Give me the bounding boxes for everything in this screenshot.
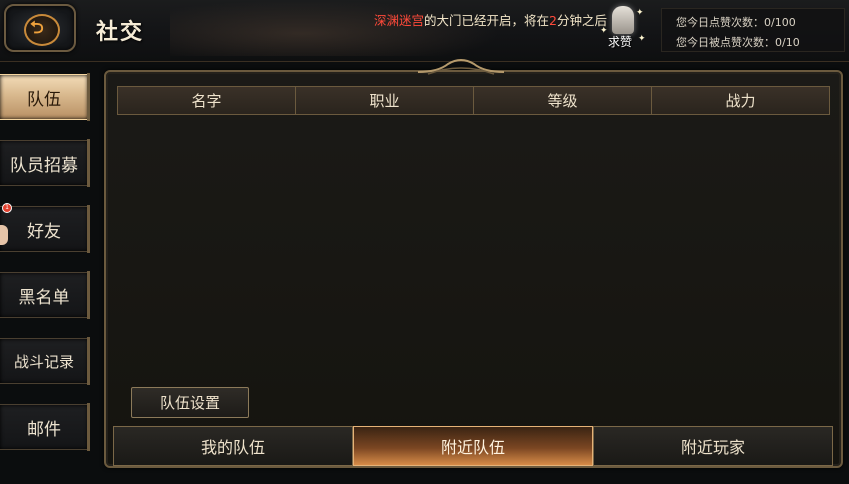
column-header-power[interactable]: 战力 bbox=[652, 87, 829, 114]
page-title: 社交 bbox=[96, 19, 145, 45]
column-header-name[interactable]: 名字 bbox=[118, 87, 296, 114]
sidebar-item-battle-log[interactable]: 战斗记录 bbox=[0, 337, 90, 385]
sparkle-icon: ✦ bbox=[636, 8, 644, 18]
hand-icon bbox=[0, 225, 8, 245]
column-header-level[interactable]: 等级 bbox=[474, 87, 652, 114]
back-arrow-icon: ⮌ bbox=[30, 18, 44, 38]
tab-my-team[interactable]: 我的队伍 bbox=[113, 426, 353, 466]
back-button[interactable]: ⮌ bbox=[4, 4, 76, 52]
sidebar-item-label: 邮件 bbox=[27, 419, 61, 440]
sidebar-item-blacklist[interactable]: 黑名单 bbox=[0, 271, 90, 319]
sidebar-item-team[interactable]: 队伍 bbox=[0, 73, 90, 121]
table-header: 名字 职业 等级 战力 bbox=[117, 86, 830, 115]
notice-event-name: 深渊迷宫 bbox=[374, 13, 425, 28]
received-likes-count: 您今日被点赞次数：0/10 bbox=[676, 36, 800, 49]
sidebar-item-mail[interactable]: 邮件 bbox=[0, 403, 90, 451]
like-stats-box: 您今日点赞次数：0/100 您今日被点赞次数：0/10 bbox=[661, 8, 845, 52]
tab-nearby-players[interactable]: 附近玩家 bbox=[593, 426, 833, 466]
column-header-class[interactable]: 职业 bbox=[296, 87, 474, 114]
sidebar-item-label: 好友 bbox=[27, 221, 61, 242]
sidebar-item-label: 战斗记录 bbox=[13, 352, 74, 371]
sparkle-icon: ✦ bbox=[638, 34, 646, 44]
tab-nearby-teams[interactable]: 附近队伍 bbox=[353, 426, 593, 466]
event-notice: 深渊迷宫的大门已经开启，将在2分钟之后 bbox=[374, 10, 614, 29]
sidebar-item-label: 队伍 bbox=[27, 89, 61, 110]
notification-badge: 1 bbox=[2, 203, 12, 213]
team-settings-button[interactable]: 队伍设置 bbox=[131, 387, 249, 418]
team-list[interactable] bbox=[117, 116, 830, 423]
sparkle-icon: ✦ bbox=[600, 26, 608, 36]
give-likes-count: 您今日点赞次数：0/100 bbox=[676, 16, 796, 29]
sidebar-item-recruit[interactable]: 队员招募 bbox=[0, 139, 90, 187]
sidebar-item-label: 队员招募 bbox=[10, 155, 78, 176]
statue-icon bbox=[612, 6, 634, 34]
bottom-tab-bar: 我的队伍 附近队伍 附近玩家 bbox=[113, 426, 833, 466]
notice-text: 的大门已经开启，将在 bbox=[424, 13, 550, 28]
notice-minutes: 2 bbox=[549, 13, 557, 28]
ornament-icon bbox=[418, 59, 504, 75]
request-praise-button[interactable]: ✦ ✦ ✦ 求赞 bbox=[598, 4, 648, 50]
sidebar-item-friends[interactable]: 1 好友 bbox=[0, 203, 90, 253]
sidebar-item-label: 黑名单 bbox=[18, 287, 70, 308]
praise-label: 求赞 bbox=[608, 35, 633, 49]
